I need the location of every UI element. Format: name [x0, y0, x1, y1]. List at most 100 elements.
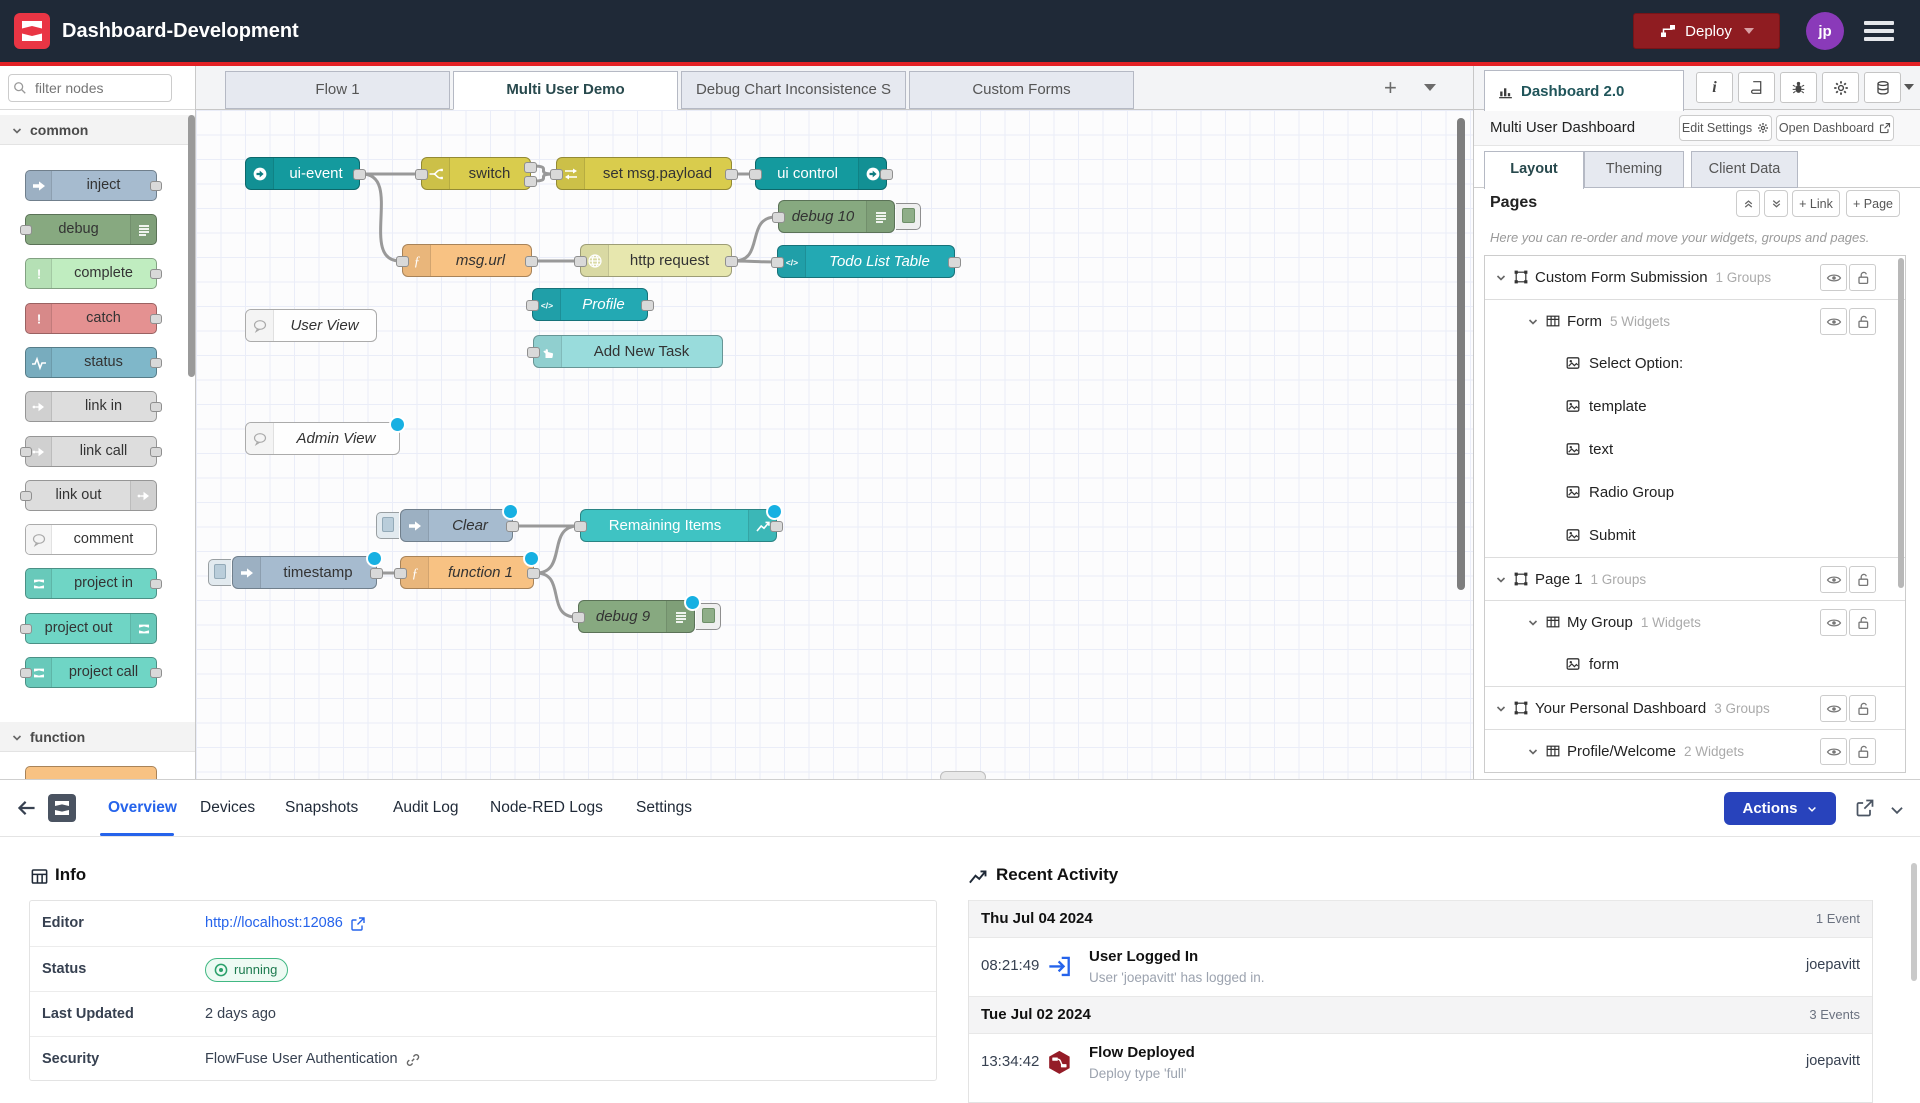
- palette-node-partial[interactable]: [25, 766, 157, 779]
- wire[interactable]: [734, 261, 775, 262]
- flow-tab-debug-chart-inconsistence-s[interactable]: Debug Chart Inconsistence S: [681, 71, 906, 109]
- page-scrollbar[interactable]: [1911, 863, 1917, 981]
- tree-row-your-personal-dashboard[interactable]: Your Personal Dashboard3 Groups: [1485, 686, 1905, 729]
- tab-dashboard-2[interactable]: Dashboard 2.0: [1484, 70, 1684, 111]
- tree-row-form[interactable]: Form5 Widgets: [1485, 299, 1905, 342]
- tree-row-text[interactable]: text: [1485, 428, 1905, 471]
- node-output-port-1[interactable]: [524, 162, 537, 173]
- node-output-port[interactable]: [150, 402, 162, 412]
- visibility-eye-button[interactable]: [1820, 264, 1847, 291]
- tab-client-data[interactable]: Client Data: [1691, 151, 1798, 188]
- node-input-port[interactable]: [396, 256, 409, 267]
- tree-row-select-option-[interactable]: Select Option:: [1485, 342, 1905, 385]
- palette-node-status[interactable]: status: [25, 347, 157, 378]
- node-input-port[interactable]: [772, 212, 785, 223]
- flow-node-user-view[interactable]: User View: [245, 309, 377, 342]
- panel-tab-devices[interactable]: Devices: [200, 780, 255, 836]
- help-book-button[interactable]: [1738, 72, 1775, 103]
- palette-node-project-call[interactable]: project call: [25, 657, 157, 688]
- tree-row-submit[interactable]: Submit: [1485, 514, 1905, 557]
- flow-tab-custom-forms[interactable]: Custom Forms: [909, 71, 1134, 109]
- back-arrow-icon[interactable]: [16, 797, 38, 819]
- palette-node-comment[interactable]: comment: [25, 524, 157, 555]
- node-input-port[interactable]: [574, 521, 587, 532]
- tree-row-form[interactable]: form: [1485, 643, 1905, 686]
- flow-node-switch[interactable]: switch: [421, 157, 531, 190]
- palette-category-function[interactable]: function: [0, 722, 196, 752]
- chevron-down-icon[interactable]: [1525, 615, 1541, 631]
- panel-tab-overview[interactable]: Overview: [108, 780, 177, 836]
- chain-link-icon[interactable]: [405, 1052, 421, 1068]
- palette-node-link-in[interactable]: link in: [25, 391, 157, 422]
- unlock-button[interactable]: [1849, 609, 1876, 636]
- flow-node-todo-list-table[interactable]: </>Todo List Table: [777, 245, 955, 278]
- node-output-port[interactable]: [150, 269, 162, 279]
- filter-nodes-input[interactable]: [8, 74, 172, 102]
- flow-node-remaining-items[interactable]: Remaining Items: [580, 509, 777, 542]
- open-dashboard-button[interactable]: Open Dashboard: [1776, 115, 1894, 141]
- flow-list-caret-icon[interactable]: [1424, 84, 1436, 91]
- tree-row-my-group[interactable]: My Group1 Widgets: [1485, 600, 1905, 643]
- external-link-icon[interactable]: [350, 916, 366, 932]
- node-input-port[interactable]: [749, 169, 762, 180]
- tab-theming[interactable]: Theming: [1584, 151, 1684, 188]
- visibility-eye-button[interactable]: [1820, 308, 1847, 335]
- node-input-port[interactable]: [527, 347, 540, 358]
- context-data-button[interactable]: [1864, 72, 1901, 103]
- palette-node-inject[interactable]: inject: [25, 170, 157, 201]
- debug-toggle-button[interactable]: [696, 603, 721, 630]
- tree-row-radio-group[interactable]: Radio Group: [1485, 471, 1905, 514]
- flow-node-function-1[interactable]: ƒfunction 1: [400, 556, 534, 589]
- node-input-port[interactable]: [20, 225, 32, 235]
- node-output-port[interactable]: [506, 521, 519, 532]
- wire[interactable]: [536, 526, 578, 573]
- wire[interactable]: [536, 573, 576, 617]
- flow-node-msg-url[interactable]: ƒmsg.url: [402, 244, 532, 277]
- expand-all-button[interactable]: [1764, 190, 1788, 217]
- panel-tab-snapshots[interactable]: Snapshots: [285, 780, 358, 836]
- chevron-down-icon[interactable]: [1525, 744, 1541, 760]
- add-link-button[interactable]: + Link: [1792, 190, 1840, 217]
- node-output-port[interactable]: [527, 568, 540, 579]
- unlock-button[interactable]: [1849, 566, 1876, 593]
- flow-node-ui-control[interactable]: ui control: [755, 157, 887, 190]
- deploy-caret-icon[interactable]: [1744, 28, 1754, 34]
- node-input-port[interactable]: [394, 568, 407, 579]
- palette-node-catch[interactable]: !catch: [25, 303, 157, 334]
- add-page-button[interactable]: + Page: [1846, 190, 1900, 217]
- flow-node-add-new-task[interactable]: Add New Task: [533, 335, 723, 368]
- chevron-down-icon[interactable]: [1493, 572, 1509, 588]
- panel-tab-settings[interactable]: Settings: [636, 780, 692, 836]
- settings-gear-button[interactable]: [1822, 72, 1859, 103]
- unlock-button[interactable]: [1849, 308, 1876, 335]
- actions-button[interactable]: Actions: [1724, 792, 1836, 825]
- info-tab-button[interactable]: i: [1696, 72, 1733, 103]
- wire[interactable]: [734, 217, 776, 261]
- node-input-port[interactable]: [20, 491, 32, 501]
- node-output-port[interactable]: [725, 169, 738, 180]
- palette-node-project-in[interactable]: project in: [25, 568, 157, 599]
- flow-node-ui-event[interactable]: ui-event: [245, 157, 360, 190]
- node-input-port[interactable]: [550, 169, 563, 180]
- deploy-button[interactable]: Deploy: [1633, 13, 1780, 49]
- chevron-down-icon[interactable]: [1525, 314, 1541, 330]
- node-output-port[interactable]: [880, 169, 893, 180]
- node-input-port[interactable]: [771, 257, 784, 268]
- node-input-port[interactable]: [572, 612, 585, 623]
- flow-node-debug-10[interactable]: debug 10: [778, 200, 895, 233]
- visibility-eye-button[interactable]: [1820, 695, 1847, 722]
- node-input-port[interactable]: [415, 169, 428, 180]
- wire[interactable]: [362, 174, 400, 261]
- inject-button[interactable]: [376, 512, 399, 539]
- palette-node-link-out[interactable]: link out: [25, 480, 157, 511]
- unlock-button[interactable]: [1849, 695, 1876, 722]
- palette-node-link-call[interactable]: link call: [25, 436, 157, 467]
- editor-link[interactable]: http://localhost:12086: [205, 901, 343, 946]
- add-flow-button[interactable]: +: [1384, 76, 1397, 100]
- collapse-panel-chevron-icon[interactable]: [1888, 801, 1906, 819]
- sidebar-scrollbar[interactable]: [1898, 258, 1904, 588]
- node-output-port-2[interactable]: [524, 176, 537, 187]
- node-output-port[interactable]: [525, 256, 538, 267]
- palette-node-debug[interactable]: debug: [25, 214, 157, 245]
- flow-node-debug-9[interactable]: debug 9: [578, 600, 695, 633]
